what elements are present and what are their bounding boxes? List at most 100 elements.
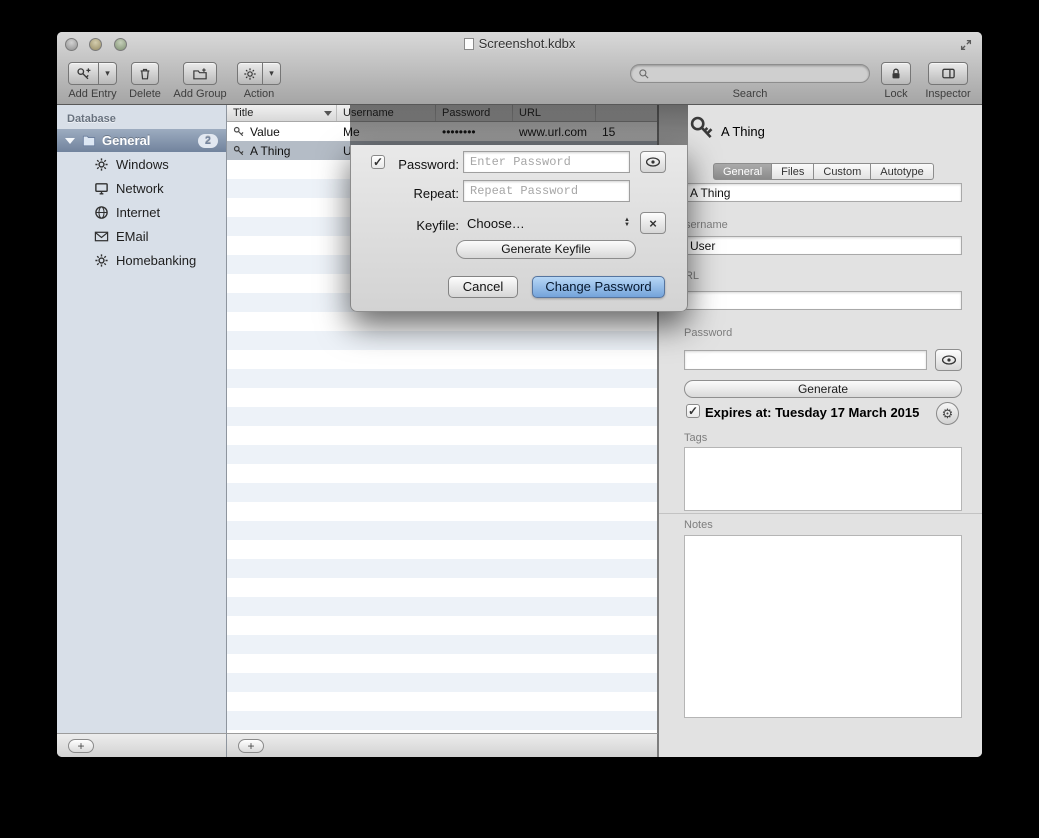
stepper-icon: ▲ ▼ — [624, 218, 630, 228]
change-password-sheet: ✓ Password: Repeat: Keyfile: Choose… ▲ ▼… — [350, 145, 688, 312]
delete-button[interactable] — [131, 62, 159, 85]
sidebar-item-email[interactable]: EMail — [57, 224, 226, 248]
entry-key-icon — [689, 115, 715, 143]
add-group-label: Add Group — [173, 88, 226, 100]
action-dropdown[interactable]: ▾ — [263, 62, 281, 85]
tab-autotype[interactable]: Autotype — [871, 163, 933, 180]
tags-label: Tags — [684, 432, 707, 444]
sheet-keyfile-label: Keyfile: — [381, 218, 459, 233]
window-title: Screenshot.kdbx — [479, 36, 576, 51]
sidebar-group-general[interactable]: General 2 — [57, 129, 226, 152]
gear-icon: ⚙ — [942, 406, 954, 421]
username-label-wrap: Username — [684, 215, 774, 228]
column-header-title[interactable]: Title — [227, 105, 337, 121]
inspector-tabs: General Files Custom Autotype — [713, 163, 934, 180]
app-window: Screenshot.kdbx ▾ Add Entry — [57, 32, 982, 757]
lock-icon — [889, 67, 903, 81]
sidebar-item-network[interactable]: Network — [57, 176, 226, 200]
tags-input[interactable] — [684, 447, 962, 511]
keyfile-selected-value: Choose… — [463, 216, 624, 231]
cancel-button[interactable]: Cancel — [448, 276, 518, 298]
add-group-plus-button[interactable]: + — [68, 739, 94, 753]
document-icon — [464, 38, 474, 50]
add-entry-plus-button[interactable]: + — [238, 739, 264, 753]
search-icon — [638, 68, 650, 80]
add-entry-dropdown[interactable]: ▾ — [99, 62, 117, 85]
window-title-area: Screenshot.kdbx — [57, 36, 982, 51]
windows-gear-icon — [94, 157, 109, 172]
action-label: Action — [244, 88, 275, 100]
disclosure-triangle-icon[interactable] — [65, 138, 75, 144]
password-label: Password — [684, 327, 732, 339]
expires-settings-button[interactable]: ⚙ — [936, 402, 959, 425]
sidebar-item-windows[interactable]: Windows — [57, 152, 226, 176]
search-field[interactable] — [630, 64, 870, 83]
inspector-entry-title: A Thing — [721, 124, 765, 139]
expires-checkbox[interactable]: ✓ — [686, 404, 700, 418]
lock-button[interactable] — [881, 62, 911, 85]
eye-icon — [941, 354, 957, 366]
keyfile-popup-button[interactable]: Choose… ▲ ▼ — [463, 212, 630, 234]
notes-input[interactable] — [684, 535, 962, 718]
sidebar-item-label: EMail — [116, 229, 149, 244]
add-entry-label: Add Entry — [68, 88, 116, 100]
homebanking-gear-icon — [94, 253, 109, 268]
eye-icon — [645, 156, 661, 168]
sidebar: Database General 2 Windows Network — [57, 105, 227, 733]
sidebar-item-internet[interactable]: Internet — [57, 200, 226, 224]
url-field[interactable] — [684, 291, 962, 310]
inspector-button[interactable] — [928, 62, 968, 85]
generate-password-button[interactable]: Generate — [684, 380, 962, 398]
sheet-password-label: Password: — [381, 157, 459, 172]
expires-label: Expires at: Tuesday 17 March 2015 — [705, 405, 919, 420]
folder-icon — [81, 134, 97, 148]
password-field[interactable] — [684, 350, 927, 370]
fullscreen-icon[interactable] — [959, 38, 973, 52]
check-icon: ✓ — [687, 405, 699, 418]
add-group-button[interactable] — [183, 62, 217, 85]
trash-icon — [138, 67, 152, 81]
action-button[interactable] — [237, 62, 263, 85]
titlebar-toolbar: Screenshot.kdbx ▾ Add Entry — [57, 32, 982, 105]
sidebar-item-homebanking[interactable]: Homebanking — [57, 248, 226, 272]
sheet-shadow-overlay — [350, 105, 688, 145]
folder-plus-icon — [192, 67, 208, 81]
url-label-wrap: URL — [684, 266, 774, 279]
generate-keyfile-button[interactable]: Generate Keyfile — [456, 240, 636, 259]
entry-title-cell: Value — [250, 125, 280, 139]
title-field[interactable] — [684, 183, 962, 202]
inspector-divider — [659, 513, 982, 514]
sheet-reveal-password-button[interactable] — [640, 151, 666, 173]
envelope-icon — [94, 229, 109, 244]
add-entry-button[interactable] — [68, 62, 99, 85]
reveal-password-button[interactable] — [935, 349, 962, 371]
sort-indicator-icon — [324, 111, 332, 116]
username-label: Username — [684, 219, 728, 228]
search-label: Search — [733, 88, 768, 100]
inspector-panel-icon — [941, 66, 956, 81]
key-plus-icon — [76, 66, 92, 82]
key-icon — [233, 145, 245, 157]
search-input[interactable] — [655, 67, 862, 81]
key-icon — [233, 126, 245, 138]
inspector-label: Inspector — [925, 88, 970, 100]
username-field[interactable] — [684, 236, 962, 255]
tab-custom[interactable]: Custom — [814, 163, 871, 180]
tab-files[interactable]: Files — [772, 163, 814, 180]
sheet-password-input[interactable] — [463, 151, 630, 173]
group-label: General — [102, 133, 198, 148]
sidebar-item-label: Homebanking — [116, 253, 196, 268]
sheet-repeat-input[interactable] — [463, 180, 630, 202]
gear-icon — [243, 67, 257, 81]
sidebar-item-label: Windows — [116, 157, 169, 172]
clear-keyfile-button[interactable]: × — [640, 212, 666, 234]
sidebar-bottom-bar: + — [57, 733, 227, 757]
tab-general[interactable]: General — [713, 163, 772, 180]
close-icon: × — [649, 216, 657, 231]
sheet-repeat-label: Repeat: — [381, 186, 459, 201]
globe-icon — [94, 205, 109, 220]
notes-label: Notes — [684, 519, 713, 531]
entry-title-cell: A Thing — [250, 144, 290, 158]
change-password-button[interactable]: Change Password — [532, 276, 665, 298]
sidebar-header: Database — [57, 105, 226, 129]
